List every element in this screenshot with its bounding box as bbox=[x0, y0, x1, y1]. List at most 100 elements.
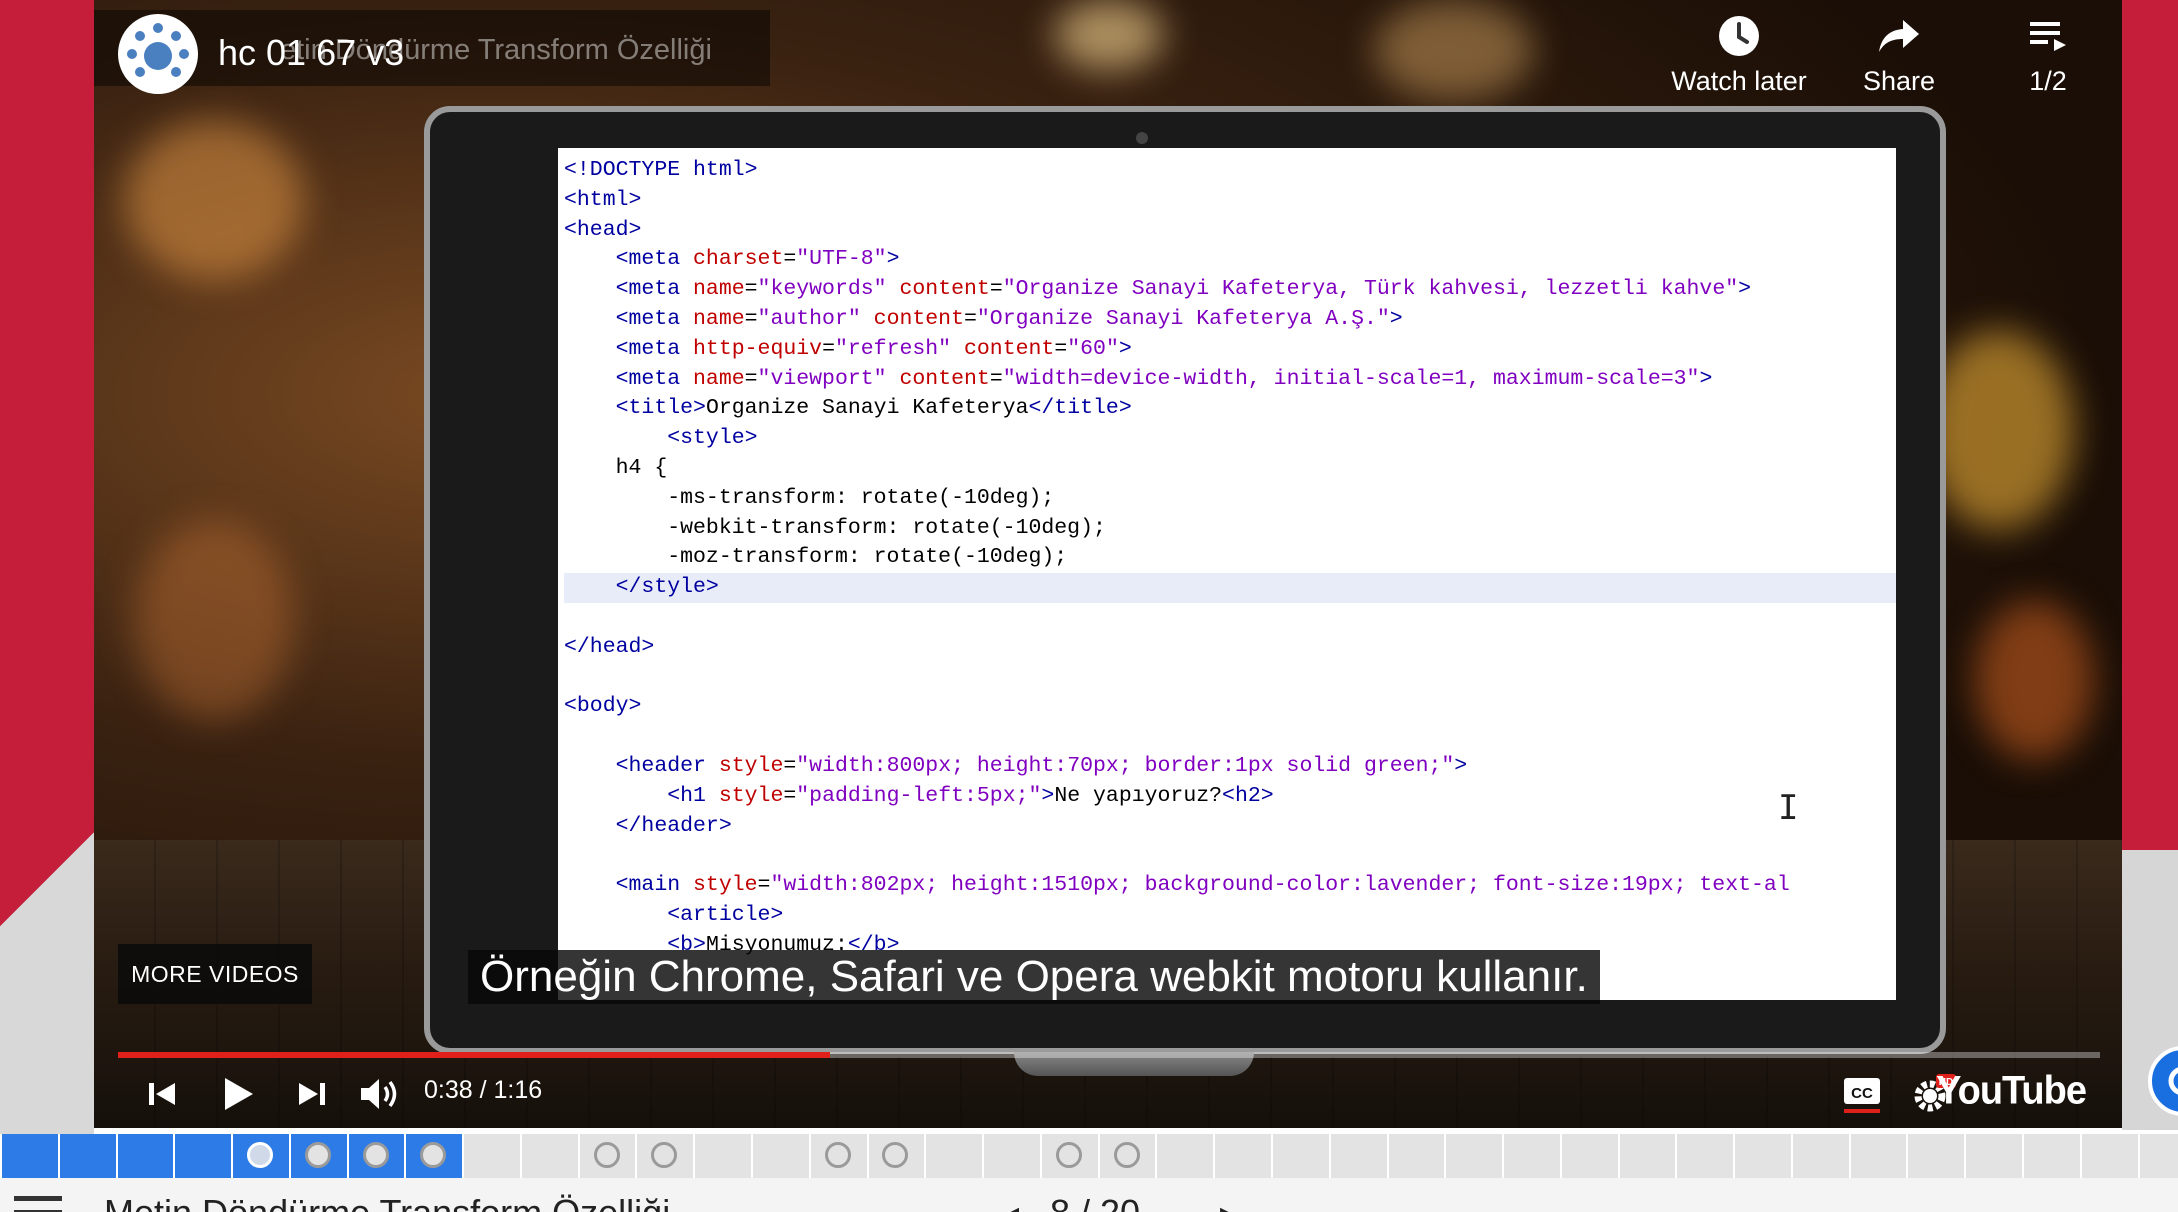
slide-navigator[interactable] bbox=[0, 1134, 2178, 1178]
code-line: </head> bbox=[564, 634, 655, 659]
page-background-grey-left bbox=[0, 796, 94, 1136]
code-line: <article> bbox=[667, 902, 784, 927]
code-line: -ms-transform: rotate(-10deg); bbox=[564, 485, 1055, 510]
code-line: <meta http-equiv="refresh" content="60"> bbox=[615, 336, 1132, 361]
slide-cell[interactable] bbox=[1213, 1134, 1271, 1178]
slide-cell[interactable] bbox=[2137, 1134, 2178, 1178]
bokeh-light bbox=[1924, 330, 2074, 530]
slide-cell[interactable] bbox=[751, 1134, 809, 1178]
code-line: <title>Organize Sanayi Kafeterya</title> bbox=[615, 396, 1132, 421]
previous-page-icon[interactable]: ◀ bbox=[996, 1200, 1019, 1212]
progress-bar[interactable] bbox=[118, 1052, 2100, 1058]
slide-cell[interactable] bbox=[1559, 1134, 1618, 1178]
code-line: <!DOCTYPE html> bbox=[564, 158, 758, 182]
slide-marker[interactable] bbox=[1113, 1142, 1140, 1168]
channel-logo-icon bbox=[120, 16, 196, 92]
code-line: -moz-transform: rotate(-10deg); bbox=[564, 545, 1068, 570]
current-slide-marker[interactable] bbox=[246, 1142, 273, 1168]
page-background-red-left bbox=[0, 0, 94, 800]
player-controls: CC HD bbox=[94, 1066, 2122, 1122]
code-line: <style> bbox=[667, 426, 758, 451]
svg-text:CC: CC bbox=[1851, 1085, 1873, 1102]
slide-cell[interactable] bbox=[1675, 1134, 1733, 1178]
slide-cell[interactable] bbox=[1444, 1134, 1502, 1178]
floating-action-button[interactable] bbox=[2148, 1046, 2178, 1116]
bokeh-light bbox=[1974, 600, 2094, 760]
code-line: <header style="width:800px; height:70px;… bbox=[615, 753, 1468, 778]
playlist-icon bbox=[2030, 22, 2066, 51]
slide-cell[interactable] bbox=[1270, 1134, 1329, 1178]
cc-icon: CC bbox=[1844, 1078, 1880, 1113]
play-icon bbox=[225, 1078, 253, 1110]
code-line: <head> bbox=[564, 217, 642, 242]
slide-cell[interactable] bbox=[1733, 1134, 1791, 1178]
slide-cell[interactable] bbox=[173, 1134, 232, 1178]
slide-cell[interactable] bbox=[519, 1134, 578, 1178]
code-line: <meta name="viewport" content="width=dev… bbox=[615, 366, 1713, 391]
slide-marker[interactable] bbox=[593, 1142, 620, 1168]
slide-cell[interactable] bbox=[1502, 1134, 1560, 1178]
bokeh-light bbox=[1054, 0, 1164, 70]
slide-cell[interactable] bbox=[1328, 1134, 1387, 1178]
slide-cell[interactable] bbox=[1790, 1134, 1849, 1178]
text-cursor-icon: I bbox=[1778, 788, 1799, 828]
playlist-position: 1/2 bbox=[2029, 66, 2067, 96]
top-actions: Watch later Share 1/2 bbox=[1654, 14, 2122, 97]
slide-cell[interactable] bbox=[2022, 1134, 2080, 1178]
previous-button[interactable] bbox=[134, 1066, 190, 1122]
page-counter: 8 / 20 bbox=[1050, 1192, 1140, 1212]
slide-marker[interactable] bbox=[1055, 1142, 1082, 1168]
clock-icon bbox=[1719, 16, 1759, 56]
volume-icon bbox=[361, 1079, 397, 1109]
slide-cell[interactable] bbox=[1906, 1134, 1964, 1178]
code-editor-screen: <!DOCTYPE html> <html> <head> <meta charse… bbox=[558, 148, 1896, 1000]
slide-cell[interactable] bbox=[0, 1134, 58, 1178]
slide-cell[interactable] bbox=[2079, 1134, 2138, 1178]
slide-cell[interactable] bbox=[1964, 1134, 2022, 1178]
code-line: <meta name="keywords" content="Organize … bbox=[615, 277, 1752, 302]
video-player[interactable]: <!DOCTYPE html> <html> <head> <meta charse… bbox=[94, 0, 2122, 1128]
progress-bar-played bbox=[118, 1052, 830, 1058]
captions-button[interactable]: CC bbox=[1832, 1066, 1892, 1122]
code-line: -webkit-transform: rotate(-10deg); bbox=[564, 515, 1106, 540]
menu-icon[interactable] bbox=[14, 1196, 62, 1212]
chat-icon bbox=[2168, 1067, 2178, 1095]
video-title[interactable]: hc 01 67 v3 bbox=[218, 32, 404, 74]
slide-cell[interactable] bbox=[982, 1134, 1040, 1178]
share-button[interactable]: Share bbox=[1824, 14, 1974, 97]
slide-cell[interactable] bbox=[57, 1134, 116, 1178]
slide-cell[interactable] bbox=[1848, 1134, 1907, 1178]
code-listing: <!DOCTYPE html> <html> <head> <meta charse… bbox=[564, 156, 1896, 961]
more-videos-button[interactable]: MORE VIDEOS bbox=[118, 944, 312, 1004]
slide-marker[interactable] bbox=[362, 1142, 389, 1168]
volume-button[interactable] bbox=[350, 1066, 410, 1122]
youtube-logo[interactable]: YouTube bbox=[1936, 1069, 2087, 1114]
next-button[interactable] bbox=[284, 1066, 340, 1122]
next-page-icon[interactable]: ▶ bbox=[1220, 1200, 1243, 1212]
slide-cell[interactable] bbox=[1617, 1134, 1676, 1178]
slide-cell[interactable] bbox=[1155, 1134, 1213, 1178]
skip-next-icon bbox=[299, 1083, 325, 1105]
slide-cell[interactable] bbox=[924, 1134, 982, 1178]
slide-cell[interactable] bbox=[462, 1134, 520, 1178]
channel-avatar[interactable] bbox=[118, 14, 198, 94]
playlist-button[interactable]: 1/2 bbox=[1974, 14, 2122, 97]
watch-later-button[interactable]: Watch later bbox=[1654, 14, 1824, 97]
bokeh-light bbox=[124, 120, 304, 280]
slide-marker[interactable] bbox=[304, 1142, 331, 1168]
slide-cell[interactable] bbox=[1386, 1134, 1445, 1178]
slide-marker[interactable] bbox=[824, 1142, 851, 1168]
play-button[interactable] bbox=[206, 1066, 270, 1122]
lesson-title: Metin Döndürme Transform Özelliği bbox=[104, 1192, 670, 1212]
code-line: <h1 style="padding-left:5px;">Ne yapıyor… bbox=[667, 783, 1274, 808]
time-display: 0:38 / 1:16 bbox=[424, 1076, 543, 1104]
slide-cell[interactable] bbox=[693, 1134, 751, 1178]
slide-cell[interactable] bbox=[115, 1134, 174, 1178]
bokeh-light bbox=[1374, 0, 1534, 100]
code-line: <meta charset="UTF-8"> bbox=[615, 247, 900, 272]
code-line: </style> bbox=[564, 573, 1896, 603]
